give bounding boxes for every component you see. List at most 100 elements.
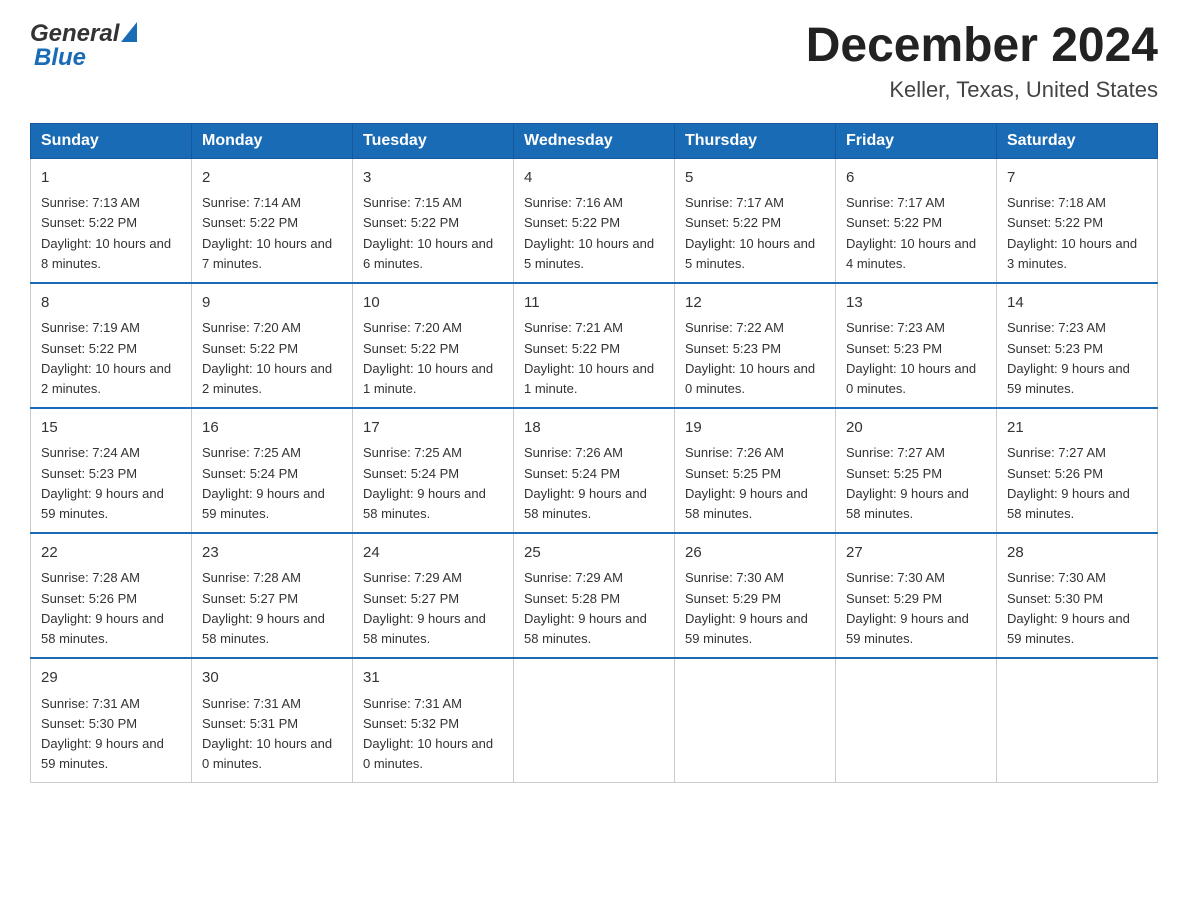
day-number: 13	[846, 292, 986, 315]
day-number: 16	[202, 417, 342, 440]
table-row: 5 Sunrise: 7:17 AMSunset: 5:22 PMDaylight…	[675, 158, 836, 283]
table-row: 13 Sunrise: 7:23 AMSunset: 5:23 PMDayligh…	[836, 283, 997, 408]
day-number: 17	[363, 417, 503, 440]
day-number: 11	[524, 292, 664, 315]
logo: General Blue	[30, 20, 137, 72]
logo-blue-text: Blue	[34, 44, 86, 72]
calendar-week-row: 29Sunrise: 7:31 AMSunset: 5:30 PMDayligh…	[31, 658, 1158, 783]
day-number: 8	[41, 292, 181, 315]
day-number: 24	[363, 542, 503, 565]
page-header: General Blue December 2024 Keller, Texas…	[30, 20, 1158, 103]
col-saturday: Saturday	[997, 123, 1158, 158]
col-friday: Friday	[836, 123, 997, 158]
day-number: 31	[363, 667, 503, 690]
day-info: Sunrise: 7:31 AMSunset: 5:31 PMDaylight:…	[202, 696, 332, 771]
table-row: 15Sunrise: 7:24 AMSunset: 5:23 PMDayligh…	[31, 408, 192, 533]
day-number: 26	[685, 542, 825, 565]
table-row: 14 Sunrise: 7:23 AMSunset: 5:23 PMDayligh…	[997, 283, 1158, 408]
day-info: Sunrise: 7:26 AMSunset: 5:24 PMDaylight:…	[524, 445, 647, 520]
calendar-header-row: Sunday Monday Tuesday Wednesday Thursday…	[31, 123, 1158, 158]
table-row: 11 Sunrise: 7:21 AMSunset: 5:22 PMDayligh…	[514, 283, 675, 408]
day-number: 21	[1007, 417, 1147, 440]
day-info: Sunrise: 7:17 AMSunset: 5:22 PMDaylight:…	[846, 195, 976, 270]
day-number: 14	[1007, 292, 1147, 315]
day-number: 10	[363, 292, 503, 315]
day-number: 7	[1007, 167, 1147, 190]
table-row: 7 Sunrise: 7:18 AMSunset: 5:22 PMDaylight…	[997, 158, 1158, 283]
table-row: 20 Sunrise: 7:27 AMSunset: 5:25 PMDayligh…	[836, 408, 997, 533]
table-row: 19 Sunrise: 7:26 AMSunset: 5:25 PMDayligh…	[675, 408, 836, 533]
table-row: 8 Sunrise: 7:19 AMSunset: 5:22 PMDaylight…	[31, 283, 192, 408]
table-row: 9 Sunrise: 7:20 AMSunset: 5:22 PMDaylight…	[192, 283, 353, 408]
table-row: 10 Sunrise: 7:20 AMSunset: 5:22 PMDayligh…	[353, 283, 514, 408]
table-row: 16 Sunrise: 7:25 AMSunset: 5:24 PMDayligh…	[192, 408, 353, 533]
day-number: 27	[846, 542, 986, 565]
day-info: Sunrise: 7:14 AMSunset: 5:22 PMDaylight:…	[202, 195, 332, 270]
day-number: 18	[524, 417, 664, 440]
calendar-week-row: 15Sunrise: 7:24 AMSunset: 5:23 PMDayligh…	[31, 408, 1158, 533]
table-row: 27Sunrise: 7:30 AMSunset: 5:29 PMDayligh…	[836, 533, 997, 658]
day-number: 2	[202, 167, 342, 190]
day-info: Sunrise: 7:29 AMSunset: 5:28 PMDaylight:…	[524, 570, 647, 645]
table-row: 25 Sunrise: 7:29 AMSunset: 5:28 PMDayligh…	[514, 533, 675, 658]
calendar-week-row: 8 Sunrise: 7:19 AMSunset: 5:22 PMDaylight…	[31, 283, 1158, 408]
day-number: 22	[41, 542, 181, 565]
day-number: 23	[202, 542, 342, 565]
day-info: Sunrise: 7:27 AMSunset: 5:26 PMDaylight:…	[1007, 445, 1130, 520]
day-number: 25	[524, 542, 664, 565]
day-info: Sunrise: 7:28 AMSunset: 5:27 PMDaylight:…	[202, 570, 325, 645]
table-row: 26 Sunrise: 7:30 AMSunset: 5:29 PMDayligh…	[675, 533, 836, 658]
day-info: Sunrise: 7:16 AMSunset: 5:22 PMDaylight:…	[524, 195, 654, 270]
table-row: 4 Sunrise: 7:16 AMSunset: 5:22 PMDaylight…	[514, 158, 675, 283]
day-info: Sunrise: 7:23 AMSunset: 5:23 PMDaylight:…	[846, 320, 976, 395]
calendar-table: Sunday Monday Tuesday Wednesday Thursday…	[30, 123, 1158, 783]
table-row: 2 Sunrise: 7:14 AMSunset: 5:22 PMDaylight…	[192, 158, 353, 283]
day-info: Sunrise: 7:27 AMSunset: 5:25 PMDaylight:…	[846, 445, 969, 520]
day-info: Sunrise: 7:24 AMSunset: 5:23 PMDaylight:…	[41, 445, 164, 520]
col-monday: Monday	[192, 123, 353, 158]
day-info: Sunrise: 7:25 AMSunset: 5:24 PMDaylight:…	[363, 445, 486, 520]
table-row: 31Sunrise: 7:31 AMSunset: 5:32 PMDayligh…	[353, 658, 514, 783]
table-row: 12Sunrise: 7:22 AMSunset: 5:23 PMDayligh…	[675, 283, 836, 408]
day-info: Sunrise: 7:15 AMSunset: 5:22 PMDaylight:…	[363, 195, 493, 270]
table-row	[675, 658, 836, 783]
day-info: Sunrise: 7:19 AMSunset: 5:22 PMDaylight:…	[41, 320, 171, 395]
day-info: Sunrise: 7:25 AMSunset: 5:24 PMDaylight:…	[202, 445, 325, 520]
calendar-week-row: 22Sunrise: 7:28 AMSunset: 5:26 PMDayligh…	[31, 533, 1158, 658]
table-row: 6Sunrise: 7:17 AMSunset: 5:22 PMDaylight…	[836, 158, 997, 283]
table-row	[514, 658, 675, 783]
table-row: 21 Sunrise: 7:27 AMSunset: 5:26 PMDayligh…	[997, 408, 1158, 533]
col-tuesday: Tuesday	[353, 123, 514, 158]
day-number: 5	[685, 167, 825, 190]
day-info: Sunrise: 7:26 AMSunset: 5:25 PMDaylight:…	[685, 445, 808, 520]
table-row: 22Sunrise: 7:28 AMSunset: 5:26 PMDayligh…	[31, 533, 192, 658]
table-row	[836, 658, 997, 783]
day-number: 28	[1007, 542, 1147, 565]
day-number: 3	[363, 167, 503, 190]
day-number: 30	[202, 667, 342, 690]
col-thursday: Thursday	[675, 123, 836, 158]
day-number: 9	[202, 292, 342, 315]
day-info: Sunrise: 7:20 AMSunset: 5:22 PMDaylight:…	[202, 320, 332, 395]
day-number: 4	[524, 167, 664, 190]
day-info: Sunrise: 7:18 AMSunset: 5:22 PMDaylight:…	[1007, 195, 1137, 270]
day-info: Sunrise: 7:30 AMSunset: 5:29 PMDaylight:…	[685, 570, 808, 645]
day-number: 20	[846, 417, 986, 440]
day-info: Sunrise: 7:22 AMSunset: 5:23 PMDaylight:…	[685, 320, 815, 395]
day-info: Sunrise: 7:17 AMSunset: 5:22 PMDaylight:…	[685, 195, 815, 270]
logo-triangle-icon	[121, 22, 137, 47]
day-number: 19	[685, 417, 825, 440]
title-section: December 2024 Keller, Texas, United Stat…	[806, 20, 1158, 103]
day-info: Sunrise: 7:30 AMSunset: 5:30 PMDaylight:…	[1007, 570, 1130, 645]
table-row: 17 Sunrise: 7:25 AMSunset: 5:24 PMDayligh…	[353, 408, 514, 533]
table-row: 23 Sunrise: 7:28 AMSunset: 5:27 PMDayligh…	[192, 533, 353, 658]
table-row: 24Sunrise: 7:29 AMSunset: 5:27 PMDayligh…	[353, 533, 514, 658]
table-row: 3 Sunrise: 7:15 AMSunset: 5:22 PMDaylight…	[353, 158, 514, 283]
location-text: Keller, Texas, United States	[806, 77, 1158, 103]
month-title: December 2024	[806, 20, 1158, 73]
day-info: Sunrise: 7:23 AMSunset: 5:23 PMDaylight:…	[1007, 320, 1130, 395]
table-row: 29Sunrise: 7:31 AMSunset: 5:30 PMDayligh…	[31, 658, 192, 783]
day-info: Sunrise: 7:20 AMSunset: 5:22 PMDaylight:…	[363, 320, 493, 395]
day-info: Sunrise: 7:21 AMSunset: 5:22 PMDaylight:…	[524, 320, 654, 395]
col-sunday: Sunday	[31, 123, 192, 158]
